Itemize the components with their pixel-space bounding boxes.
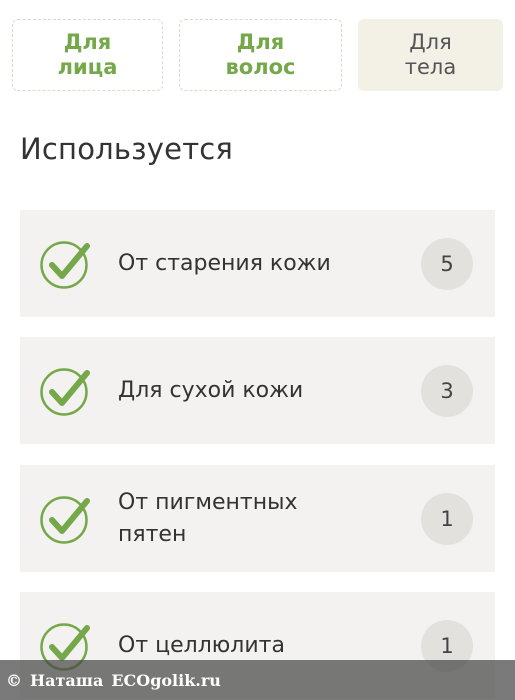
watermark-author: Наташа bbox=[30, 670, 104, 690]
count-badge: 1 bbox=[421, 493, 473, 545]
count-badge: 3 bbox=[421, 365, 473, 417]
usage-item-dry-skin[interactable]: Для сухой кожи 3 bbox=[20, 337, 495, 444]
tab-body[interactable]: Для тела bbox=[358, 19, 503, 91]
page: Для лица Для волос Для тела Используется… bbox=[0, 0, 515, 700]
section-title: Используется bbox=[20, 132, 234, 166]
usage-item-label: Для сухой кожи bbox=[118, 377, 304, 403]
tab-body-line1: Для bbox=[409, 30, 452, 54]
check-circle-icon bbox=[40, 496, 90, 544]
usage-item-aging[interactable]: От старения кожи 5 bbox=[20, 210, 495, 317]
tab-face-line1: Для bbox=[63, 30, 112, 54]
watermark-site: ECOgolik.ru bbox=[111, 670, 221, 690]
tab-hair-line2: волос bbox=[225, 55, 296, 79]
tab-hair[interactable]: Для волос bbox=[179, 19, 342, 91]
usage-item-label: От старения кожи bbox=[118, 250, 331, 276]
copyright-icon: © bbox=[6, 670, 22, 690]
tab-face[interactable]: Для лица bbox=[12, 19, 163, 91]
count-badge: 5 bbox=[421, 238, 473, 290]
check-circle-icon bbox=[40, 368, 90, 416]
check-circle-icon bbox=[40, 241, 90, 289]
tab-face-line2: лица bbox=[57, 55, 118, 79]
usage-item-pigment[interactable]: От пигментных пятен 1 bbox=[20, 465, 495, 572]
usage-item-label: От целлюлита bbox=[118, 632, 285, 658]
watermark: © Наташа ECOgolik.ru bbox=[0, 660, 515, 700]
tab-body-line2: тела bbox=[404, 55, 457, 79]
category-tabs: Для лица Для волос Для тела bbox=[12, 19, 503, 91]
tab-hair-line1: Для bbox=[236, 30, 285, 54]
usage-item-label: От пигментных пятен bbox=[118, 489, 298, 547]
